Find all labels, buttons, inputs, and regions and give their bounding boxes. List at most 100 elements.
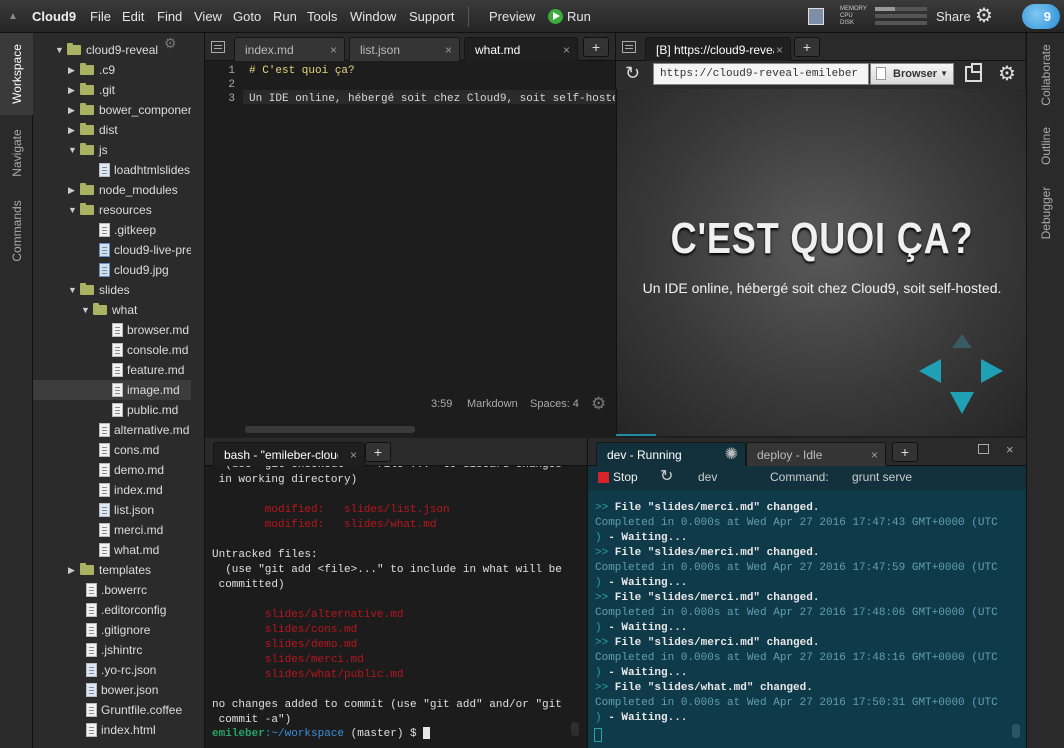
- refresh-icon[interactable]: ↻: [625, 63, 640, 84]
- popout-icon[interactable]: [965, 63, 982, 82]
- chevron-down-icon[interactable]: ▼: [68, 200, 78, 220]
- indent-setting[interactable]: Spaces: 4: [530, 398, 579, 410]
- tab-preview-browser[interactable]: [B] https://cloud9-reveal-emileber×: [645, 37, 791, 61]
- tree-file[interactable]: what.md: [33, 540, 191, 560]
- tree-file[interactable]: cloud9-live-preview: [33, 240, 191, 260]
- tab-dev-runner[interactable]: dev - Running ✺: [596, 442, 746, 466]
- chevron-right-icon[interactable]: ▶: [68, 60, 78, 80]
- tree-file[interactable]: .editorconfig: [33, 600, 191, 620]
- preview-settings-gear-icon[interactable]: ⚙: [998, 61, 1016, 86]
- tree-file[interactable]: bower.json: [33, 680, 191, 700]
- menu-support[interactable]: Support: [409, 0, 455, 33]
- tree-file[interactable]: browser.md: [33, 320, 191, 340]
- command-input[interactable]: grunt serve: [852, 470, 912, 484]
- tab-workspace[interactable]: Workspace: [0, 33, 33, 115]
- tab-deploy-runner[interactable]: deploy - Idle ×: [746, 442, 886, 466]
- add-tab-button[interactable]: +: [794, 37, 820, 57]
- tree-folder[interactable]: ▼ resources: [33, 200, 191, 220]
- tree-folder[interactable]: ▶ templates: [33, 560, 191, 580]
- run-icon[interactable]: [548, 9, 563, 24]
- syntax-mode[interactable]: Markdown: [467, 398, 518, 410]
- close-panel-icon[interactable]: ×: [1006, 442, 1014, 457]
- nav-left-icon[interactable]: [919, 359, 941, 383]
- slide-preview[interactable]: C'EST QUOI ÇA? Un IDE online, hébergé so…: [616, 89, 1026, 436]
- chevron-right-icon[interactable]: ▶: [68, 100, 78, 120]
- menu-file[interactable]: File: [90, 0, 111, 33]
- avatar[interactable]: [808, 8, 824, 25]
- menu-window[interactable]: Window: [350, 0, 396, 33]
- close-icon[interactable]: ×: [330, 38, 337, 62]
- stop-button[interactable]: Stop: [613, 470, 638, 484]
- close-icon[interactable]: ×: [776, 38, 783, 61]
- close-icon[interactable]: ×: [445, 38, 452, 62]
- runner-scrollbar[interactable]: [1012, 724, 1020, 738]
- tree-file[interactable]: public.md: [33, 400, 191, 420]
- stop-icon[interactable]: [598, 472, 609, 483]
- nav-up-icon[interactable]: [952, 334, 972, 348]
- tree-file[interactable]: .jshintrc: [33, 640, 191, 660]
- tree-folder[interactable]: ▶ .c9: [33, 60, 191, 80]
- terminal-scrollbar[interactable]: [571, 722, 579, 736]
- browser-dropdown[interactable]: Browser ▼: [870, 63, 954, 85]
- tree-folder[interactable]: ▶ bower_components: [33, 100, 191, 120]
- collapse-arrow-icon[interactable]: ▲: [8, 0, 18, 33]
- close-icon[interactable]: ×: [563, 38, 570, 62]
- bash-terminal[interactable]: (use "git checkout -- <file>..." to disc…: [205, 466, 587, 748]
- url-input[interactable]: https://cloud9-reveal-emileber: [653, 63, 869, 85]
- close-icon[interactable]: ×: [350, 443, 357, 466]
- menu-goto[interactable]: Goto: [233, 0, 261, 33]
- tree-file[interactable]: demo.md: [33, 460, 191, 480]
- tree-file[interactable]: Gruntfile.coffee: [33, 700, 191, 720]
- tab-bash-terminal[interactable]: bash - "emileber-cloud9" ×: [213, 442, 365, 466]
- nav-right-icon[interactable]: [981, 359, 1003, 383]
- tab-debugger[interactable]: Debugger: [1029, 183, 1062, 243]
- tree-file[interactable]: merci.md: [33, 520, 191, 540]
- panel-menu-icon[interactable]: [622, 41, 636, 53]
- chevron-right-icon[interactable]: ▶: [68, 180, 78, 200]
- tree-file[interactable]: cloud9.jpg: [33, 260, 191, 280]
- menu-tools[interactable]: Tools: [307, 0, 337, 33]
- tab-navigate[interactable]: Navigate: [0, 117, 33, 189]
- tree-file[interactable]: loadhtmlslides.js: [33, 160, 191, 180]
- editor-settings-gear-icon[interactable]: ⚙: [591, 394, 606, 414]
- runner-output[interactable]: >> File "slides/merci.md" changed. Comple…: [587, 490, 1026, 748]
- tree-file[interactable]: cons.md: [33, 440, 191, 460]
- menu-find[interactable]: Find: [157, 0, 182, 33]
- menu-edit[interactable]: Edit: [122, 0, 144, 33]
- tree-folder[interactable]: ▶ node_modules: [33, 180, 191, 200]
- menu-run[interactable]: Run: [273, 0, 297, 33]
- tree-folder[interactable]: ▼ what: [33, 300, 191, 320]
- tab-what-md[interactable]: what.md ×: [464, 37, 578, 61]
- tree-folder[interactable]: ▼ js: [33, 140, 191, 160]
- runner-select[interactable]: dev: [698, 470, 717, 484]
- gear-icon[interactable]: ⚙: [975, 0, 993, 33]
- tree-folder[interactable]: ▼ cloud9-reveal: [33, 40, 191, 60]
- cloud9-notification-icon[interactable]: 9: [1022, 4, 1060, 29]
- run-button[interactable]: Run: [567, 0, 591, 33]
- add-tab-button[interactable]: +: [583, 37, 609, 57]
- tree-file[interactable]: .bowerrc: [33, 580, 191, 600]
- close-icon[interactable]: ×: [871, 443, 878, 467]
- tab-outline[interactable]: Outline: [1029, 123, 1062, 169]
- restart-icon[interactable]: ↻: [660, 466, 673, 486]
- brand-menu[interactable]: Cloud9: [32, 0, 76, 33]
- chevron-down-icon[interactable]: ▼: [68, 280, 78, 300]
- tree-file[interactable]: .gitkeep: [33, 220, 191, 240]
- tree-file[interactable]: .yo-rc.json: [33, 660, 191, 680]
- chevron-down-icon[interactable]: ▼: [68, 140, 78, 160]
- nav-down-icon[interactable]: [950, 392, 974, 414]
- menu-view[interactable]: View: [194, 0, 222, 33]
- tab-commands[interactable]: Commands: [0, 189, 33, 273]
- chevron-right-icon[interactable]: ▶: [68, 80, 78, 100]
- chevron-right-icon[interactable]: ▶: [68, 120, 78, 140]
- panel-menu-icon[interactable]: [211, 41, 225, 53]
- tree-file[interactable]: feature.md: [33, 360, 191, 380]
- chevron-down-icon[interactable]: ▼: [55, 40, 65, 60]
- editor-horizontal-scrollbar[interactable]: [245, 426, 415, 433]
- tree-file[interactable]: .gitignore: [33, 620, 191, 640]
- tree-folder[interactable]: ▶ dist: [33, 120, 191, 140]
- tree-file[interactable]: list.json: [33, 500, 191, 520]
- tree-folder[interactable]: ▼ slides: [33, 280, 191, 300]
- tree-file[interactable]: index.md: [33, 480, 191, 500]
- tab-list-json[interactable]: list.json ×: [349, 37, 460, 61]
